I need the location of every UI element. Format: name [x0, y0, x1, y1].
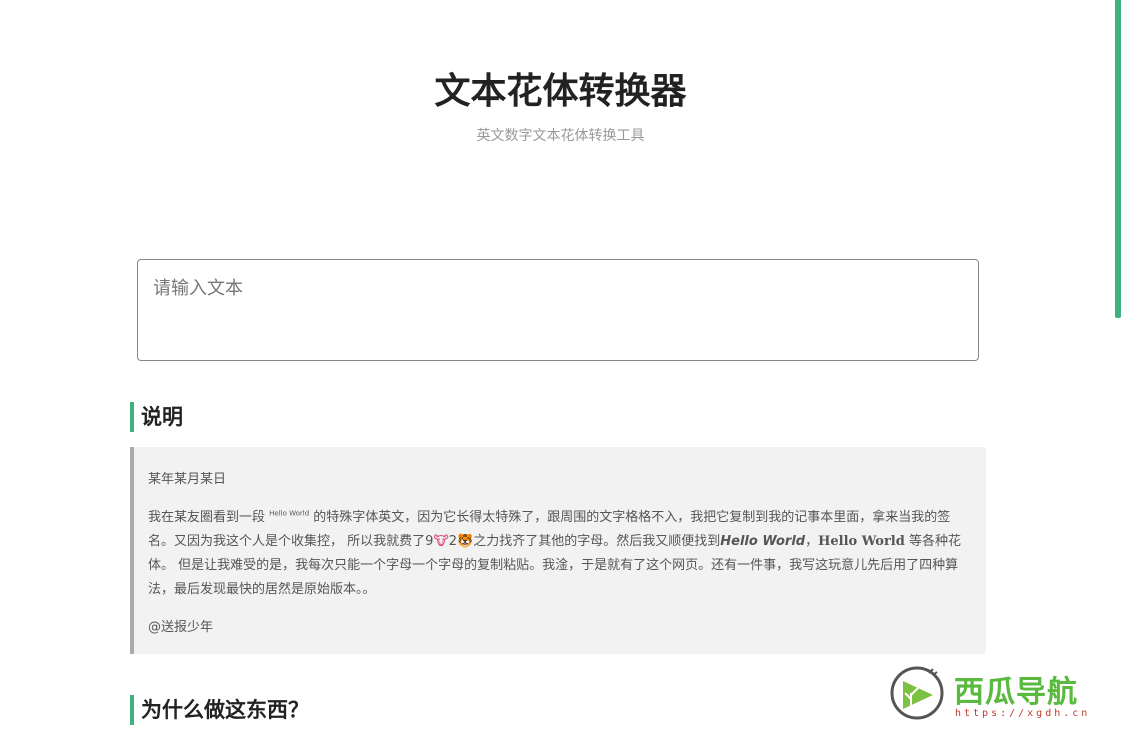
page-title: 文本花体转换器 — [434, 71, 687, 112]
quote-text-5: ， — [805, 534, 819, 549]
quote-text-3: 2 — [448, 534, 458, 549]
watermark-name: 西瓜导航 — [954, 675, 1078, 710]
bold-italic-hello-world: Hello World — [720, 534, 806, 549]
quote-date: 某年某月某日 — [148, 472, 227, 487]
page-subtitle: 英文数字文本花体转换工具 — [476, 128, 645, 144]
watermark-url: https://xgdh.cn — [955, 708, 1091, 719]
section-heading-why: 为什么做这东西？ — [130, 695, 309, 725]
tiger-emoji-icon: 🐯 — [457, 534, 474, 549]
cow-emoji-icon: 🐮 — [433, 534, 449, 549]
text-input[interactable] — [137, 259, 979, 361]
serif-bold-hello-world: Hello World — [818, 534, 905, 549]
scrollbar-thumb[interactable] — [1115, 0, 1121, 318]
quote-text-1: 我在某友圈看到一段 — [148, 510, 270, 525]
section-heading-explain: 说明 — [130, 402, 183, 432]
watermelon-logo-icon — [890, 666, 944, 720]
quote-signature: @送报少年 — [148, 620, 214, 635]
site-watermark: 西瓜导航 https://xgdh.cn — [889, 665, 1109, 725]
quote-paragraph: 我在某友圈看到一段 Hello World 的特殊字体英文，因为它长得太特殊了，… — [148, 506, 974, 602]
explain-quote: 某年某月某日 我在某友圈看到一段 Hello World 的特殊字体英文，因为它… — [130, 447, 986, 654]
tiny-hello-world: Hello World — [269, 509, 310, 518]
quote-text-4: 之力找齐了其他的字母。然后我又顺便找到 — [473, 534, 721, 549]
